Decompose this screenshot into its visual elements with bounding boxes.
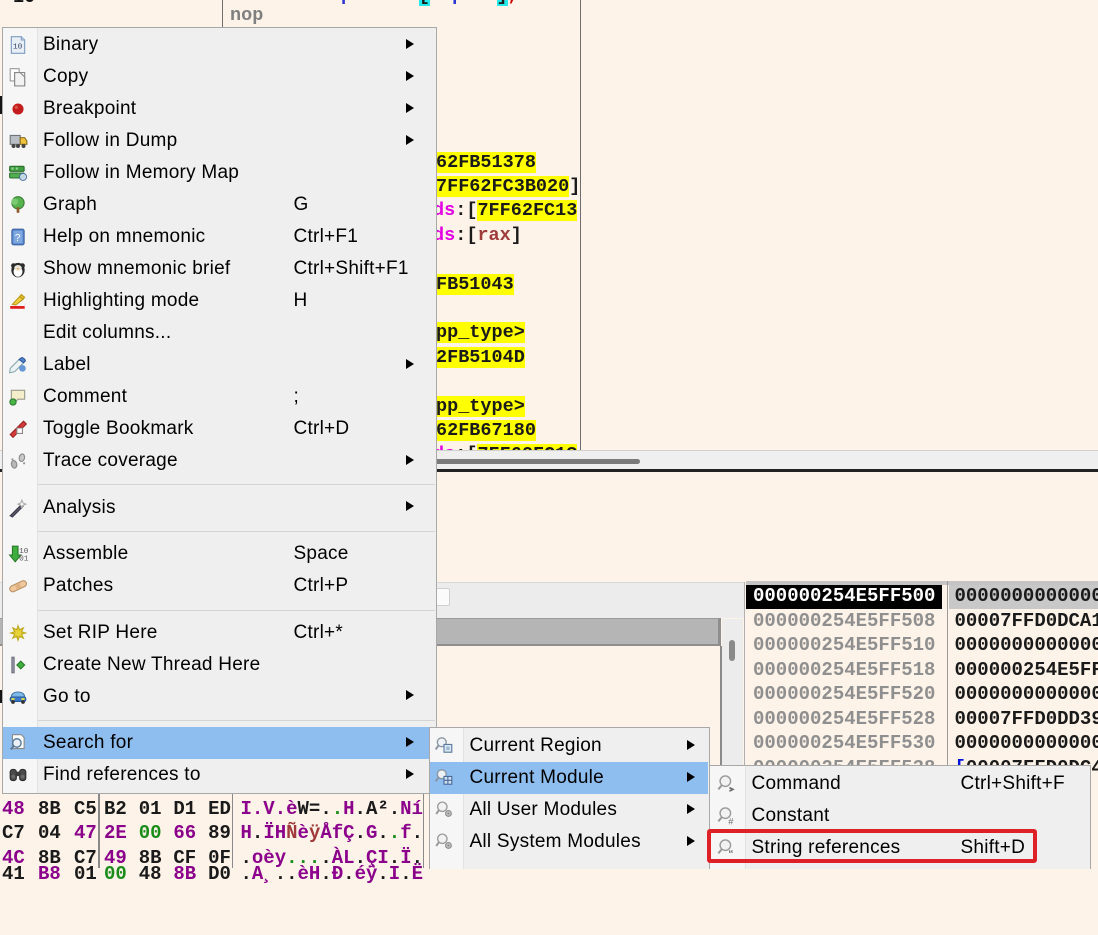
svg-text:?: ? [14, 233, 20, 244]
svg-text:#: # [728, 816, 734, 826]
svg-text:01: 01 [19, 556, 28, 564]
svg-text:10: 10 [13, 43, 23, 51]
